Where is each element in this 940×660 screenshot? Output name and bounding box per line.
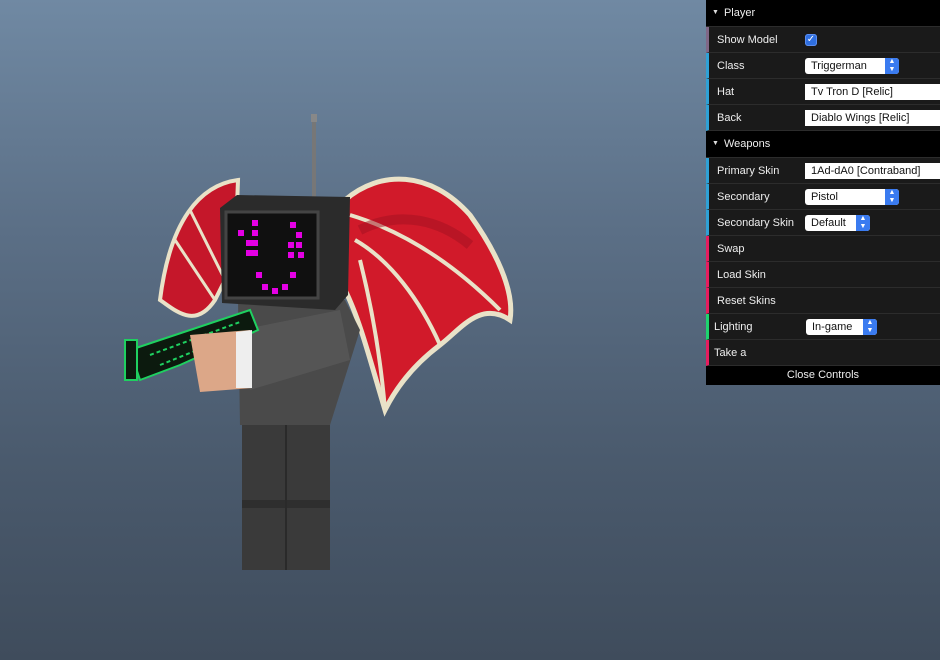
lighting-label: Lighting xyxy=(714,320,753,333)
lighting-row: Lighting In-game ▲ ▼ xyxy=(706,314,940,340)
up-down-arrows-icon: ▲ ▼ xyxy=(856,214,870,231)
hat-label: Hat xyxy=(717,85,735,98)
secondary-row: Secondary Pistol ▲ ▼ xyxy=(706,184,940,210)
right-wing xyxy=(342,176,514,417)
class-select-value: Triggerman xyxy=(811,59,867,72)
class-select[interactable]: Triggerman ▲ ▼ xyxy=(805,57,899,74)
folder-player[interactable]: ▼ Player xyxy=(706,0,940,27)
secondary-skin-label: Secondary Skin xyxy=(717,216,795,229)
primary-skin-input[interactable]: 1Ad-dA0 [Contraband] xyxy=(805,162,940,179)
3d-viewport[interactable] xyxy=(0,0,700,660)
swap-label: Swap xyxy=(717,242,745,255)
hat-row: Hat Tv Tron D [Relic] xyxy=(706,79,940,105)
show-model-row[interactable]: Show Model ✓ xyxy=(706,27,940,53)
back-input[interactable]: Diablo Wings [Relic] xyxy=(805,109,940,126)
show-model-label: Show Model xyxy=(717,33,778,46)
reset-skins-label: Reset Skins xyxy=(717,294,776,307)
reset-skins-button[interactable]: Reset Skins xyxy=(706,288,940,314)
tv-head xyxy=(220,114,350,310)
swap-button[interactable]: Swap xyxy=(706,236,940,262)
class-label: Class xyxy=(717,59,745,72)
lighting-select[interactable]: In-game ▲ ▼ xyxy=(806,318,877,335)
up-down-arrows-icon: ▲ ▼ xyxy=(885,57,899,74)
secondary-skin-select[interactable]: Default ▲ ▼ xyxy=(805,214,870,231)
up-down-arrows-icon: ▲ ▼ xyxy=(863,318,877,335)
controls-panel: ▼ Player Show Model ✓ Class Triggerman ▲… xyxy=(706,0,940,385)
secondary-select-value: Pistol xyxy=(811,190,838,203)
take-label: Take a xyxy=(714,346,747,359)
checkmark-icon: ✓ xyxy=(806,33,816,45)
load-skin-button[interactable]: Load Skin xyxy=(706,262,940,288)
triangle-down-icon: ▼ xyxy=(712,9,719,16)
triangle-down-icon: ▼ xyxy=(712,140,719,147)
close-controls-button[interactable]: Close Controls xyxy=(706,366,940,385)
take-screenshot-button[interactable]: Take a xyxy=(706,340,940,366)
secondary-select[interactable]: Pistol ▲ ▼ xyxy=(805,188,899,205)
character-preview xyxy=(124,114,514,570)
folder-weapons[interactable]: ▼ Weapons xyxy=(706,131,940,158)
folder-player-label: Player xyxy=(723,7,756,19)
up-down-arrows-icon: ▲ ▼ xyxy=(885,188,899,205)
back-label: Back xyxy=(717,111,742,124)
primary-skin-row: Primary Skin 1Ad-dA0 [Contraband] xyxy=(706,158,940,184)
lighting-select-value: In-game xyxy=(812,320,853,333)
show-model-checkbox[interactable]: ✓ xyxy=(805,33,817,46)
secondary-skin-select-value: Default xyxy=(811,216,846,229)
secondary-skin-row: Secondary Skin Default ▲ ▼ xyxy=(706,210,940,236)
class-row: Class Triggerman ▲ ▼ xyxy=(706,53,940,79)
load-skin-label: Load Skin xyxy=(717,268,766,281)
secondary-label: Secondary xyxy=(717,190,770,203)
folder-weapons-label: Weapons xyxy=(723,138,771,150)
hat-input[interactable]: Tv Tron D [Relic] xyxy=(805,83,940,100)
primary-skin-label: Primary Skin xyxy=(717,164,780,177)
back-row: Back Diablo Wings [Relic] xyxy=(706,105,940,131)
